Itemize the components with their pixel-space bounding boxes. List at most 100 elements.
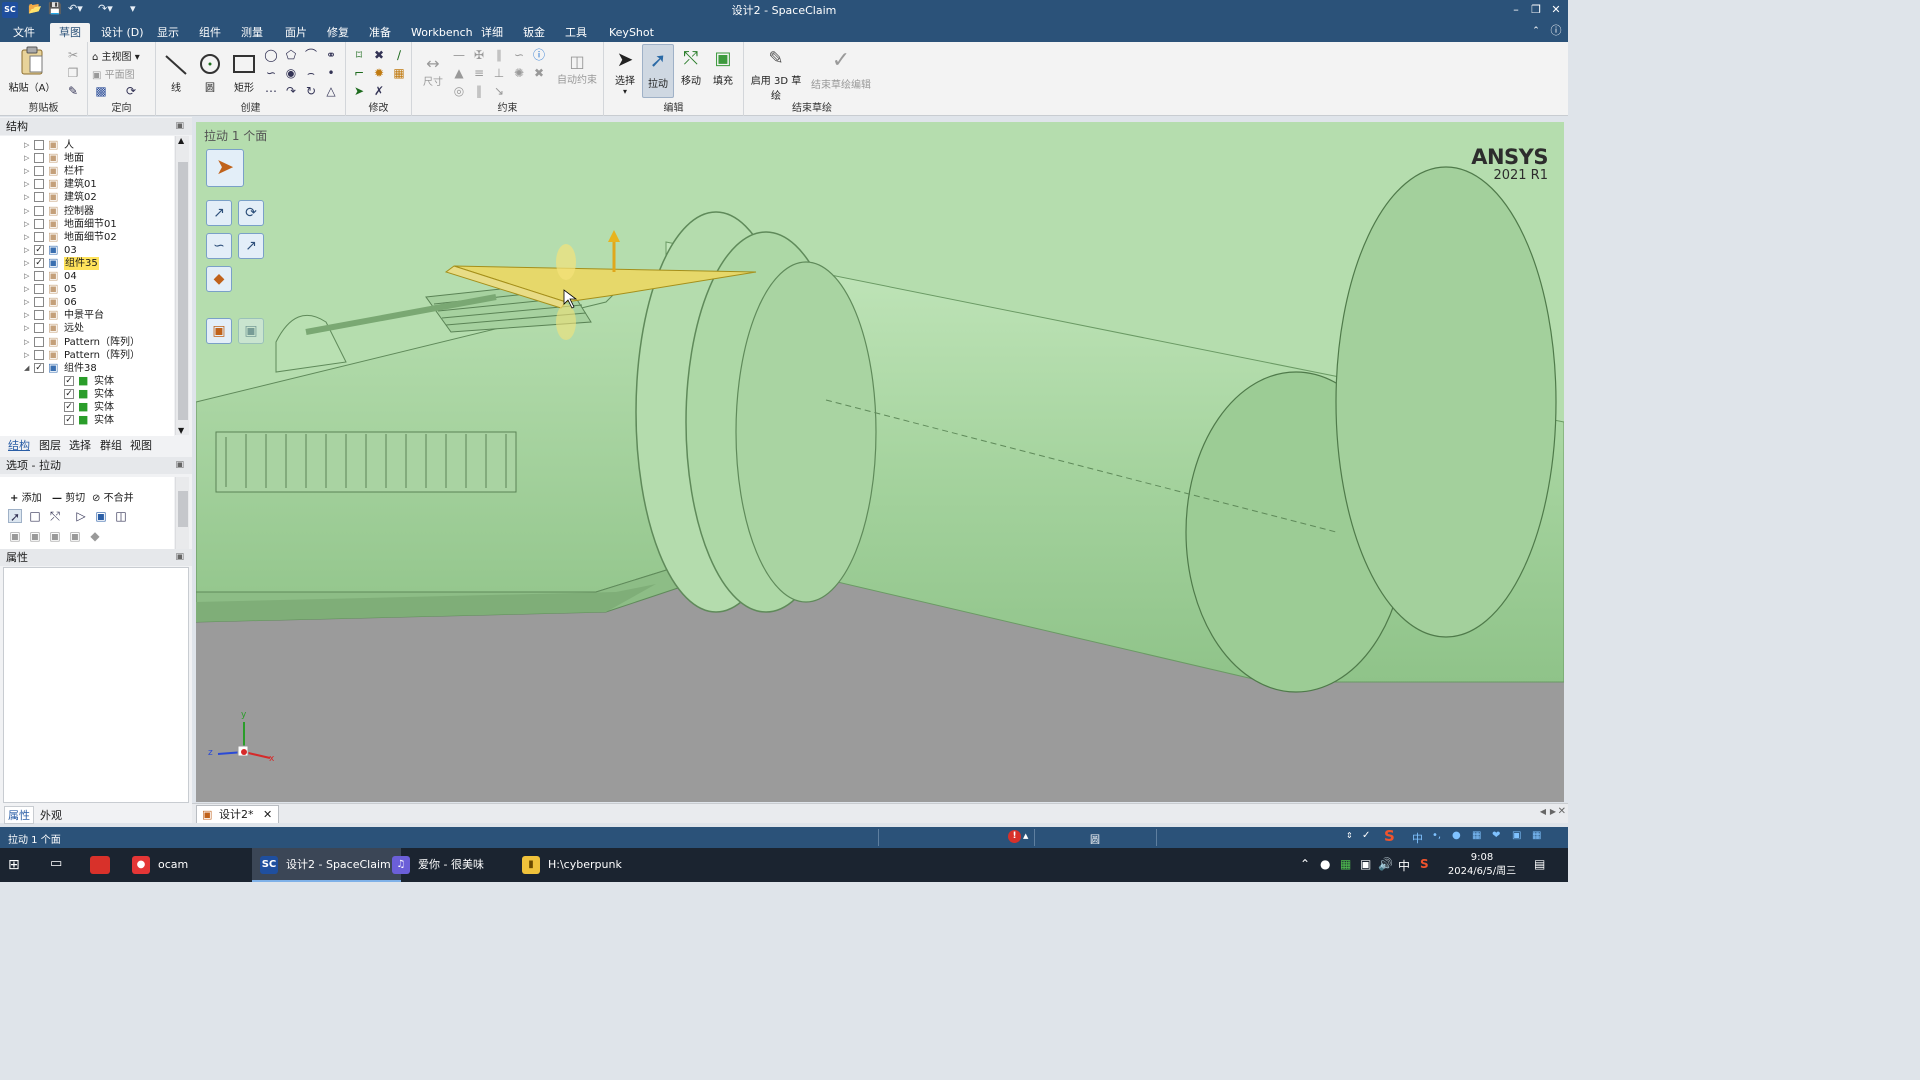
corner-icon[interactable]: ⌑ <box>352 48 366 62</box>
tab-selection[interactable]: 选择 <box>69 437 91 453</box>
selection-mode-indicator[interactable]: 圆 <box>1090 831 1100 846</box>
ime-indicator[interactable]: 中 <box>1398 857 1410 874</box>
ime-mode-icon[interactable]: 中 <box>1412 830 1423 846</box>
spin-arrows-icon[interactable]: ⇕ <box>1346 831 1353 840</box>
option-e-icon[interactable]: ◆ <box>88 529 102 543</box>
perpendicular-icon[interactable]: ⊥ <box>492 66 506 80</box>
tangent-constraint-icon[interactable]: ∽ <box>512 48 526 62</box>
tab-assembly[interactable]: 组件 <box>190 23 230 42</box>
tree-item[interactable]: ✓ ■ 实体 <box>54 387 174 401</box>
offset-icon[interactable]: ∕ <box>392 48 406 62</box>
tree-item[interactable]: ▷ ▣ 地面细节02 <box>24 230 174 244</box>
revolve-icon[interactable]: □ <box>28 509 42 523</box>
visibility-checkbox[interactable]: ✓ <box>64 375 74 386</box>
tangent-arc-icon[interactable]: ⚭ <box>324 48 338 62</box>
tab-appearance[interactable]: 外观 <box>40 807 62 823</box>
ime-punct-icon[interactable]: •, <box>1432 830 1441 841</box>
tab-sketch[interactable]: 草图 <box>50 23 90 42</box>
extend-icon[interactable]: ✗ <box>372 84 386 98</box>
expand-arrow-icon[interactable]: ▷ <box>24 191 32 204</box>
network-icon[interactable]: ▣ <box>1360 857 1371 871</box>
taskbar-item-music[interactable]: ♫ 爱你 - 很美味 <box>384 848 494 882</box>
taskbar-item-ocam[interactable]: ● ocam <box>124 848 198 882</box>
tab-tools[interactable]: 工具 <box>556 23 596 42</box>
tree-item[interactable]: ▷ ▣ 06 <box>24 296 174 309</box>
tree-item[interactable]: ✓ ■ 实体 <box>54 401 174 414</box>
visibility-checkbox[interactable] <box>34 166 44 177</box>
tree-item[interactable]: ▷ ▣ Pattern（阵列） <box>24 348 174 362</box>
tree-item[interactable]: ◢ ✓ ▣ 组件38 <box>24 361 174 375</box>
tree-item[interactable]: ▷ ▣ 04 <box>24 270 174 283</box>
red-app-icon[interactable] <box>90 856 110 874</box>
select-button[interactable]: ➤ 选择 ▾ <box>610 46 640 96</box>
tab-facets[interactable]: 面片 <box>276 23 316 42</box>
circle-tool-button[interactable]: 圆 <box>196 52 224 94</box>
minimize-button[interactable]: – <box>1506 1 1526 19</box>
symmetric-icon[interactable]: ✺ <box>512 66 526 80</box>
document-tab[interactable]: ▣ 设计2* ✕ <box>196 805 280 823</box>
notification-icon[interactable]: ▤ <box>1534 857 1545 871</box>
start-3d-sketch-button[interactable]: ✎ 启用 3D 草绘 <box>748 46 804 102</box>
face-curve-icon[interactable]: △ <box>324 84 338 98</box>
help-icon[interactable]: ⓘ <box>1546 22 1566 40</box>
collapse-ribbon-icon[interactable]: ⌃ <box>1526 22 1546 40</box>
tree-item[interactable]: ▷ ▣ Pattern（阵列） <box>24 335 174 349</box>
tree-item[interactable]: ▷ ▣ 中景平台 <box>24 309 174 322</box>
option-d-icon[interactable]: ▣ <box>68 529 82 543</box>
copy-icon[interactable]: ❐ <box>66 66 80 80</box>
tree-item[interactable]: ▷ ▣ 远处 <box>24 322 174 335</box>
tab-views[interactable]: 视图 <box>130 437 152 453</box>
close-button[interactable]: ✕ <box>1546 1 1566 19</box>
full-pull-button[interactable]: ▣ <box>206 318 232 344</box>
tree-item[interactable]: ✓ ■ 实体 <box>54 374 174 388</box>
dimension-button[interactable]: ↔ 尺寸 <box>416 54 450 88</box>
tab-workbench[interactable]: Workbench <box>402 23 482 42</box>
tray-app-icon[interactable]: ▦ <box>1340 857 1351 871</box>
expand-arrow-icon[interactable]: ▷ <box>24 152 32 165</box>
add-option[interactable]: + 添加 <box>10 489 42 504</box>
tab-detail[interactable]: 详细 <box>472 23 512 42</box>
pivot-edge-button[interactable]: ◆ <box>206 266 232 292</box>
expand-arrow-icon[interactable]: ▷ <box>24 178 32 191</box>
visibility-checkbox[interactable] <box>34 349 44 360</box>
ellipse-icon[interactable]: ◯ <box>264 48 278 62</box>
expand-arrow-icon[interactable]: ▷ <box>24 309 32 322</box>
spin-view-icon[interactable]: ⟳ <box>124 84 138 98</box>
concentric-icon[interactable]: ◎ <box>452 84 466 98</box>
tree-item[interactable]: ▷ ▣ 建筑02 <box>24 191 174 204</box>
visibility-checkbox[interactable]: ✓ <box>34 244 44 255</box>
equal-icon[interactable]: ≡ <box>472 66 486 80</box>
pin-icon[interactable]: ▣ <box>175 118 184 135</box>
visibility-checkbox[interactable] <box>34 179 44 190</box>
tab-layers[interactable]: 图层 <box>39 437 61 453</box>
ime-mic-icon[interactable]: ● <box>1452 830 1461 841</box>
complete-button[interactable]: ▣ <box>238 318 264 344</box>
error-indicator[interactable]: ! <box>1008 830 1021 843</box>
point-icon[interactable]: • <box>324 66 338 80</box>
expand-arrow-icon[interactable]: ▷ <box>24 336 32 349</box>
option-c-icon[interactable]: ▣ <box>48 529 62 543</box>
tree-item[interactable]: ▷ ✓ ▣ 组件35 <box>24 256 174 270</box>
arc-icon[interactable]: ⌒ <box>304 48 318 62</box>
start-button[interactable]: ⊞ <box>8 857 20 873</box>
restore-button[interactable]: ❐ <box>1526 1 1546 19</box>
tree-item[interactable]: ✓ ■ 实体 <box>54 414 174 427</box>
up-to-button[interactable]: ↗ <box>238 233 264 259</box>
microphone-icon[interactable]: ● <box>1320 857 1330 871</box>
tab-structure[interactable]: 结构 <box>8 437 30 453</box>
rectangle-tool-button[interactable]: 矩形 <box>230 52 258 94</box>
expand-arrow-icon[interactable]: ▷ <box>24 257 32 270</box>
expand-arrow-icon[interactable]: ▷ <box>24 322 32 335</box>
task-view-button[interactable]: ▭ <box>50 856 62 871</box>
tray-overflow-icon[interactable]: ⌃ <box>1300 857 1310 871</box>
scroll-down-icon[interactable]: ▼ <box>178 426 184 435</box>
horizontal-constraint-icon[interactable]: — <box>452 48 466 62</box>
tree-item[interactable]: ▷ ✓ ▣ 03 <box>24 243 174 257</box>
line-tool-button[interactable]: 线 <box>162 52 190 94</box>
fill-button[interactable]: ▣ 填充 <box>708 46 738 87</box>
spline-icon[interactable]: ∽ <box>264 66 278 80</box>
auto-constrain-button[interactable]: ◫ 自动约束 <box>552 52 602 86</box>
ime-skin-icon[interactable]: ❤ <box>1492 830 1500 841</box>
visibility-checkbox[interactable] <box>34 192 44 203</box>
pull-option-icon[interactable]: ➚ <box>8 509 22 524</box>
